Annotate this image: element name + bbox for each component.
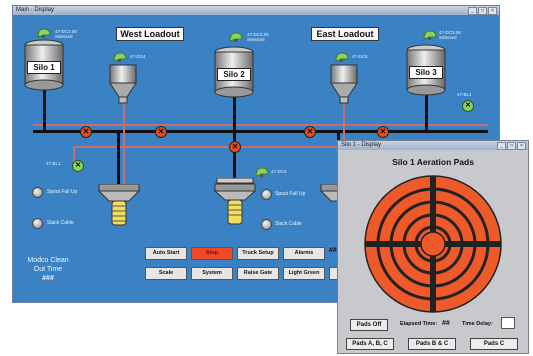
west-dc-indicator-lamp-icon bbox=[113, 52, 127, 62]
alarms-count: ## bbox=[329, 247, 337, 254]
east-dust-collector[interactable] bbox=[329, 63, 359, 105]
main-window-title: Main - Display bbox=[16, 7, 55, 13]
valve-1-icon[interactable]: ✕ bbox=[80, 126, 92, 138]
center-dc-tag: 47-DC6 bbox=[271, 169, 287, 174]
center-spout-full-up-knob[interactable] bbox=[261, 189, 272, 200]
silo-2-label: Silo 2 bbox=[217, 68, 251, 81]
silo-3-label: Silo 3 bbox=[409, 66, 443, 79]
elapsed-time-value: ## bbox=[442, 320, 450, 327]
valve-4-icon[interactable]: ✕ bbox=[304, 126, 316, 138]
time-delay-label: Time Delay: bbox=[462, 321, 493, 327]
west-spout-full-up-knob[interactable] bbox=[32, 187, 43, 198]
pads-c-button[interactable]: Pads C bbox=[470, 338, 518, 350]
alarms-button[interactable]: Alarms bbox=[283, 247, 325, 260]
silo1-down-pipe bbox=[43, 88, 46, 133]
valve-5-icon[interactable]: ✕ bbox=[377, 126, 389, 138]
west-dust-collector[interactable] bbox=[108, 63, 138, 105]
west-slack-cable-knob[interactable] bbox=[32, 218, 43, 229]
silo-1-indicator-lamp-icon bbox=[37, 28, 51, 38]
silo-1-tag: 47-DC1.08 Selected bbox=[55, 29, 77, 39]
center-spout-full-up-label: Spout Full Up bbox=[275, 191, 306, 197]
pads-off-button[interactable]: Pads Off bbox=[350, 319, 388, 331]
main-window-titlebar[interactable]: Main - Display _ □ × bbox=[13, 6, 499, 15]
modco-clean-panel: Modco Clean Out Time ### bbox=[16, 256, 80, 283]
silo-3-indicator-lamp-icon bbox=[423, 30, 437, 40]
auto-start-button[interactable]: Auto Start bbox=[145, 247, 187, 260]
center-dc-indicator-lamp-icon bbox=[255, 167, 269, 177]
out-time-value: ### bbox=[42, 275, 54, 282]
silo-1-display-window: Silo 1 - Display _ □ × Silo 1 Aeration P… bbox=[337, 140, 529, 354]
popup-window-titlebar[interactable]: Silo 1 - Display _ □ × bbox=[338, 141, 528, 150]
time-delay-input[interactable] bbox=[501, 317, 515, 329]
main-conveyor-pipe bbox=[33, 130, 488, 133]
scale-button[interactable]: Scale bbox=[145, 267, 187, 280]
popup-minimize-button[interactable]: _ bbox=[497, 142, 506, 150]
valve-2-icon[interactable]: ✕ bbox=[155, 126, 167, 138]
minimize-button[interactable]: _ bbox=[468, 7, 477, 15]
raise-gate-button[interactable]: Raise Gate bbox=[237, 267, 279, 280]
popup-close-button[interactable]: × bbox=[517, 142, 526, 150]
west-loading-spout[interactable] bbox=[96, 184, 142, 228]
east-bin-tag: 47-BL1 bbox=[457, 92, 472, 97]
west-loadout-label: West Loadout bbox=[116, 27, 184, 41]
east-loadout-label: East Loadout bbox=[311, 27, 379, 41]
popup-window-title: Silo 1 - Display bbox=[341, 142, 382, 148]
west-slack-cable-label: Slack Cable bbox=[47, 220, 74, 226]
light-green-button[interactable]: Light Green bbox=[283, 267, 325, 280]
west-dc-tag: 47-DC4 bbox=[130, 54, 146, 59]
elapsed-time-label: Elapsed Time: bbox=[400, 321, 438, 327]
system-button[interactable]: System bbox=[191, 267, 233, 280]
pads-bc-button[interactable]: Pads B & C bbox=[408, 338, 456, 350]
silo-3-tag: 47-DC3.08 Selected bbox=[439, 30, 461, 40]
center-slack-cable-label: Slack Cable bbox=[275, 221, 302, 227]
truck-setup-button[interactable]: Truck Setup bbox=[237, 247, 279, 260]
valve-3-icon[interactable]: ✕ bbox=[229, 141, 241, 153]
west-bin-tag: 47-BL1 bbox=[46, 161, 61, 166]
pads-abc-button[interactable]: Pads A, B, C bbox=[346, 338, 394, 350]
aeration-pads-diagram[interactable] bbox=[360, 174, 506, 314]
silo-2-tag: 47-DC2.08 Selected bbox=[247, 32, 269, 42]
close-button[interactable]: × bbox=[488, 7, 497, 15]
east-dc-tag: 47-DC5 bbox=[352, 54, 368, 59]
east-dc-indicator-lamp-icon bbox=[335, 52, 349, 62]
east-bin-status-icon[interactable]: ✕ bbox=[462, 100, 474, 112]
stop-button[interactable]: Stop bbox=[191, 247, 233, 260]
maximize-button[interactable]: □ bbox=[478, 7, 487, 15]
out-time-label: Out Time bbox=[33, 266, 63, 273]
west-spout-full-up-label: Spout Full Up bbox=[47, 189, 78, 195]
center-slack-cable-knob[interactable] bbox=[261, 219, 272, 230]
upper-air-line bbox=[33, 124, 488, 126]
silo-1-label: Silo 1 bbox=[27, 61, 61, 74]
west-spout-pipe bbox=[117, 130, 120, 188]
center-loading-spout[interactable] bbox=[212, 178, 258, 226]
aeration-pads-heading: Silo 1 Aeration Pads bbox=[392, 157, 474, 167]
modco-clean-label: Modco Clean bbox=[27, 257, 69, 264]
popup-maximize-button[interactable]: □ bbox=[507, 142, 516, 150]
west-bin-status-icon[interactable]: ✕ bbox=[72, 160, 84, 172]
silo-2-indicator-lamp-icon bbox=[229, 32, 243, 42]
